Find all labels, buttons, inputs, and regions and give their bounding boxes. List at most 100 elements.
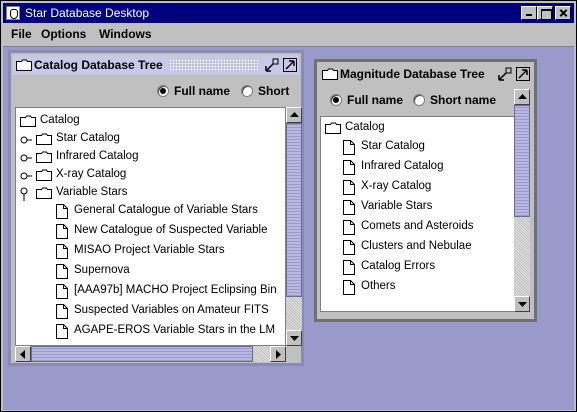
arrow-down-icon bbox=[290, 336, 299, 341]
tree-leaf-label: Variable Stars bbox=[361, 200, 433, 212]
magnitude-tree[interactable]: Catalog Star Catalog Infrared Catalog X-… bbox=[320, 116, 517, 312]
arrow-right-icon bbox=[276, 350, 281, 359]
radio-full-label: Full name bbox=[347, 93, 404, 107]
tree-leaf-label: Supernova bbox=[74, 264, 130, 276]
collapsed-toggle-icon[interactable] bbox=[20, 153, 32, 163]
app-title: Star Database Desktop bbox=[25, 6, 150, 20]
tree-node-label: Star Catalog bbox=[56, 132, 120, 144]
scroll-left-button[interactable] bbox=[15, 346, 31, 362]
scroll-thumb[interactable] bbox=[31, 346, 253, 362]
document-icon bbox=[343, 200, 355, 215]
radio-selected-icon bbox=[330, 94, 342, 106]
document-icon bbox=[56, 304, 68, 319]
scroll-thumb[interactable] bbox=[286, 123, 302, 297]
scroll-right-button[interactable] bbox=[270, 346, 286, 362]
magnitude-tree-window[interactable]: Magnitude Database Tree Full name Short … bbox=[314, 59, 537, 322]
radio-selected-icon bbox=[157, 85, 169, 97]
arrow-left-icon bbox=[20, 350, 25, 359]
catalog-tree[interactable]: Catalog Star Catalog Infrared Catalog X-… bbox=[15, 107, 286, 346]
maximize-button[interactable] bbox=[537, 6, 553, 20]
catalog-window-titlebar[interactable]: Catalog Database Tree bbox=[13, 55, 299, 75]
tree-leaf-label: Catalog Errors bbox=[361, 260, 436, 272]
magnitude-window-titlebar[interactable]: Magnitude Database Tree bbox=[319, 64, 532, 84]
title-grip bbox=[169, 59, 259, 71]
radio-unselected-icon bbox=[241, 85, 253, 97]
tree-root-label: Catalog bbox=[345, 121, 385, 133]
document-icon bbox=[56, 324, 68, 339]
tree-leaf-label: New Catalogue of Suspected Variable bbox=[74, 224, 268, 236]
folder-icon bbox=[16, 59, 32, 71]
magnitude-radio-full[interactable]: Full name bbox=[330, 93, 403, 107]
document-icon bbox=[56, 244, 68, 259]
folder-icon bbox=[36, 187, 52, 199]
catalog-tree-window[interactable]: Catalog Database Tree Full name Short Ca… bbox=[8, 50, 304, 366]
tree-leaf-label: Infrared Catalog bbox=[361, 160, 444, 172]
document-icon bbox=[343, 280, 355, 295]
collapsed-toggle-icon[interactable] bbox=[20, 135, 32, 145]
catalog-vertical-scrollbar[interactable] bbox=[286, 107, 302, 346]
folder-icon bbox=[36, 133, 52, 145]
document-icon bbox=[343, 140, 355, 155]
close-button[interactable] bbox=[555, 6, 571, 20]
radio-short-label: Short name bbox=[430, 93, 497, 107]
magnitude-vertical-scrollbar[interactable] bbox=[514, 89, 530, 312]
document-icon bbox=[343, 240, 355, 255]
tree-leaf-label: General Catalogue of Variable Stars bbox=[74, 204, 258, 216]
scroll-down-button[interactable] bbox=[514, 296, 530, 312]
arrow-up-icon bbox=[290, 112, 299, 117]
maximize-icon[interactable] bbox=[516, 67, 530, 81]
document-icon bbox=[343, 160, 355, 175]
tree-node-label: Infrared Catalog bbox=[56, 150, 139, 162]
menubar: File Options Windows bbox=[3, 24, 574, 46]
expanded-toggle-icon[interactable] bbox=[20, 187, 30, 201]
tree-node-label: X-ray Catalog bbox=[56, 168, 127, 180]
folder-icon bbox=[20, 115, 36, 127]
tree-leaf-label: Suspected Variables on Amateur FITS bbox=[74, 304, 269, 316]
scroll-thumb[interactable] bbox=[514, 105, 530, 217]
tree-node-label: Variable Stars bbox=[56, 186, 128, 198]
tree-leaf-label: Star Catalog bbox=[361, 140, 425, 152]
radio-unselected-icon bbox=[413, 94, 425, 106]
document-icon bbox=[56, 264, 68, 279]
menu-windows[interactable]: Windows bbox=[99, 27, 152, 41]
tree-leaf-label: MISAO Project Variable Stars bbox=[74, 244, 225, 256]
menu-options[interactable]: Options bbox=[41, 27, 86, 41]
maximize-icon[interactable] bbox=[283, 58, 297, 72]
document-icon bbox=[56, 204, 68, 219]
minimize-button[interactable] bbox=[521, 6, 537, 20]
catalog-radio-short[interactable]: Short bbox=[241, 84, 289, 98]
arrow-down-icon bbox=[518, 302, 527, 307]
document-icon bbox=[343, 180, 355, 195]
folder-icon bbox=[325, 122, 341, 134]
document-icon bbox=[56, 284, 68, 299]
tree-leaf-label: X-ray Catalog bbox=[361, 180, 432, 192]
iconify-icon[interactable] bbox=[498, 67, 512, 81]
catalog-horizontal-scrollbar[interactable] bbox=[15, 346, 286, 362]
tree-leaf-label: Comets and Asteroids bbox=[361, 220, 474, 232]
tree-leaf-label: Others bbox=[361, 280, 396, 292]
magnitude-name-mode: Full name Short name bbox=[319, 88, 532, 114]
tree-leaf-label: AGAPE-EROS Variable Stars in the LM bbox=[74, 324, 276, 336]
catalog-radio-full[interactable]: Full name bbox=[157, 84, 230, 98]
menu-file[interactable]: File bbox=[11, 27, 32, 41]
folder-icon bbox=[36, 151, 52, 163]
iconify-icon[interactable] bbox=[265, 58, 279, 72]
app-titlebar[interactable]: Star Database Desktop bbox=[3, 3, 574, 23]
magnitude-window-title: Magnitude Database Tree bbox=[340, 67, 485, 81]
document-icon bbox=[56, 224, 68, 239]
tree-root-label: Catalog bbox=[40, 114, 80, 126]
scroll-up-button[interactable] bbox=[286, 107, 302, 123]
catalog-window-title: Catalog Database Tree bbox=[34, 58, 163, 72]
tree-leaf-label: [AAA97b] MACHO Project Eclipsing Bin bbox=[74, 284, 277, 296]
tree-leaf-label: Clusters and Nebulae bbox=[361, 240, 472, 252]
java-cup-icon bbox=[6, 6, 20, 20]
app-window: Star Database Desktop File Options Windo… bbox=[0, 0, 577, 412]
scroll-down-button[interactable] bbox=[286, 330, 302, 346]
collapsed-toggle-icon[interactable] bbox=[20, 171, 32, 181]
radio-short-label: Short bbox=[258, 84, 290, 98]
scroll-up-button[interactable] bbox=[514, 89, 530, 105]
magnitude-radio-short[interactable]: Short name bbox=[413, 93, 496, 107]
desktop-pane: Catalog Database Tree Full name Short Ca… bbox=[3, 46, 574, 410]
arrow-up-icon bbox=[518, 94, 527, 99]
folder-icon bbox=[322, 68, 338, 80]
